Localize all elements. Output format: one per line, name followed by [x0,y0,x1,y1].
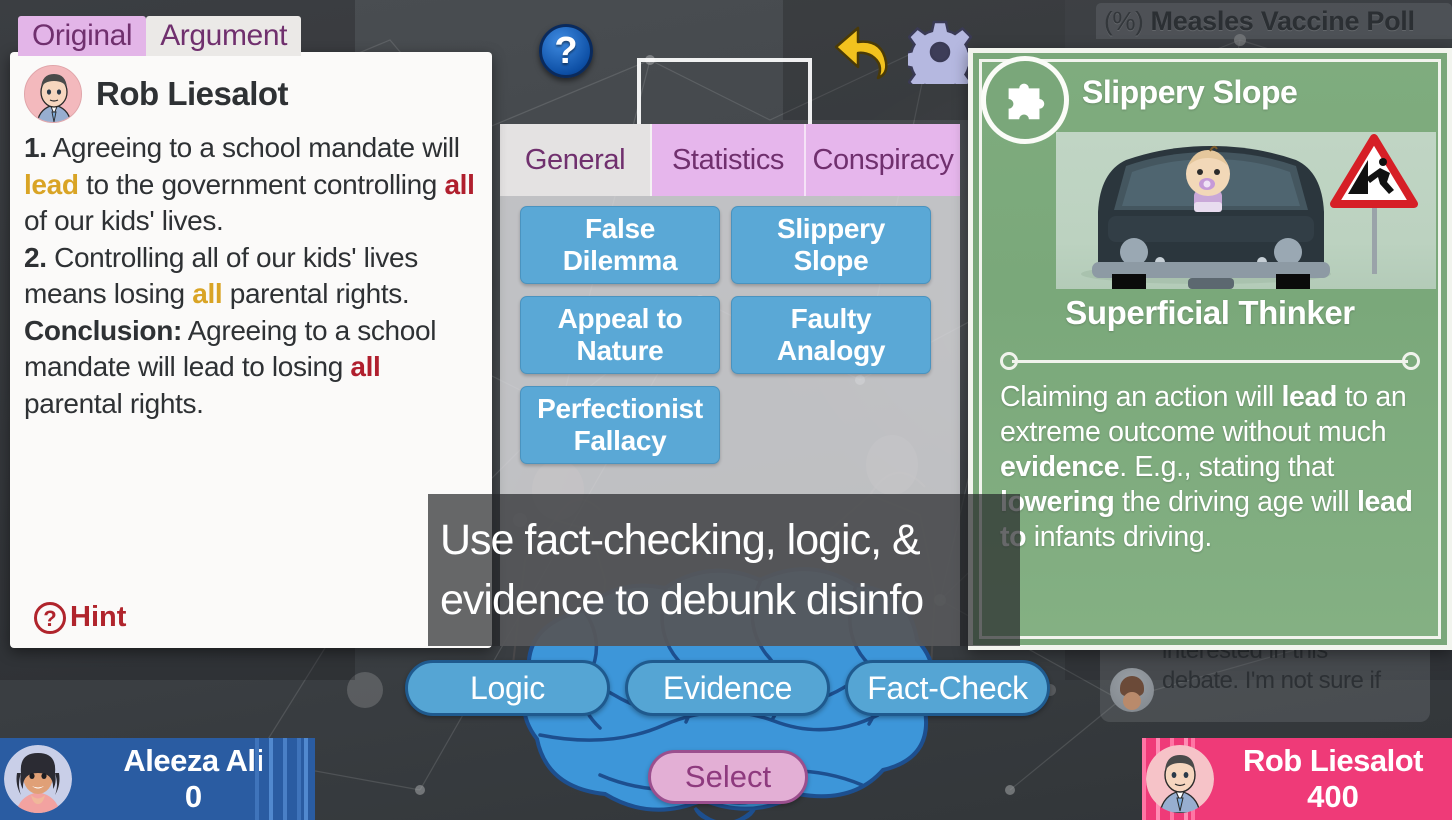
avatar [24,65,82,123]
desc-part-4: . E.g., stating that [1119,451,1334,483]
question-circle-icon: ? [34,601,66,634]
game-stage: ? (%) Measles Vaccine Poll interested in… [0,0,1452,820]
fallacy-info-card: Slippery Slope Superficial Thinker Claim… [968,48,1452,650]
poll-percent-label: (%) [1104,5,1144,36]
logic-button[interactable]: Logic [405,660,610,716]
toast-line-1: Use fact-checking, logic, & [440,516,921,564]
fallacy-card-illustration [1056,132,1436,289]
comment-avatar [1110,668,1154,712]
card-divider [1000,352,1420,370]
line-1-number: 1. [24,132,47,163]
line-1-part-4: of our kids' lives. [24,205,224,236]
fact-check-button[interactable]: Fact-Check [845,660,1050,716]
player-left-barcode [255,738,315,820]
argument-card: Rob Liesalot 1. Agreeing to a school man… [10,52,492,648]
desc-part-6: the driving age will [1114,486,1357,518]
fallacy-info-card-inner: Slippery Slope Superficial Thinker Claim… [979,56,1441,639]
toast-line-2: evidence to debunk disinfo [440,576,924,624]
conclusion-part-2: parental rights. [24,387,204,419]
conclusion-label: Conclusion: [24,314,182,346]
puzzle-piece-icon [981,56,1069,144]
player-left-score: 0 [184,779,203,814]
select-button[interactable]: Select [648,750,808,804]
fallacy-card-subtitle: Superficial Thinker [1065,294,1355,331]
argument-body: 1. Agreeing to a school mandate will lea… [24,130,478,422]
desc-part-0: Claiming an action will [1000,381,1282,413]
player-left: Aleeza Ali 0 [0,738,315,820]
comment-line-2: debate. I'm not sure if [1162,667,1381,694]
help-icon[interactable]: ? [539,24,593,78]
line-2-number: 2. [24,241,47,273]
desc-part-1: lead [1281,381,1338,413]
argument-tabs: Original Argument [18,16,302,56]
fallacy-option-false-dilemma[interactable]: False Dilemma [520,206,720,284]
line-1-part-2: to the government controlling [78,168,445,200]
fallacy-card-title-row: Slippery Slope [981,56,1438,144]
desc-part-8: infants driving. [1026,521,1213,553]
hint-label: Hint [70,601,127,633]
tab-conspiracy[interactable]: Conspiracy [806,124,960,196]
fallacy-card-description: Claiming an action will lead to an extre… [1000,380,1416,555]
argument-conclusion: Conclusion: Agreeing to a school mandate… [24,315,436,419]
avatar [4,745,72,813]
fallacy-option-faulty-analogy[interactable]: Faulty Analogy [731,296,931,374]
tab-statistics[interactable]: Statistics [652,124,806,196]
poll-title: Measles Vaccine Poll [1150,5,1415,36]
conclusion-part-1: all [350,351,381,382]
hint-button[interactable]: ? Hint [34,601,126,634]
player-left-name: Aleeza Ali [123,743,264,778]
tab-original[interactable]: Original [18,16,147,56]
evidence-button[interactable]: Evidence [625,660,830,716]
line-2-part-1: all [192,278,223,309]
avatar [1146,745,1214,813]
fallacy-option-appeal-to-nature[interactable]: Appeal to Nature [520,296,720,374]
fallacy-option-slippery-slope[interactable]: Slippery Slope [731,206,931,284]
argument-speaker-row: Rob Liesalot [24,62,478,126]
tab-argument[interactable]: Argument [146,16,302,56]
player-right-name: Rob Liesalot [1242,743,1424,778]
fallacy-category-tabs: General Statistics Conspiracy [500,124,960,196]
settings-gear-icon[interactable] [908,20,972,84]
line-1-part-0: Agreeing to a school mandate will [46,132,461,163]
line-1-part-1: lead [24,168,79,200]
poll-header: (%) Measles Vaccine Poll [1096,3,1452,39]
fallacy-card-title: Slippery Slope [1082,74,1298,110]
tab-general[interactable]: General [500,124,652,196]
argument-speaker-name: Rob Liesalot [96,75,289,112]
line-2-part-2: parental rights. [222,278,410,309]
argument-line-1: 1. Agreeing to a school mandate will lea… [24,132,475,236]
player-right-score: 400 [1307,779,1359,814]
player-right-info: Rob Liesalot 400 [1214,743,1452,815]
line-1-part-3: all [444,168,475,200]
undo-arrow-icon[interactable] [832,22,896,82]
player-right: Rob Liesalot 400 [1142,738,1452,820]
fallacy-option-perfectionist-fallacy[interactable]: Perfectionist Fallacy [520,386,720,464]
tip-toast: Use fact-checking, logic, & evidence to … [428,494,1020,646]
desc-part-3: evidence [1000,451,1120,483]
argument-line-2: 2. Controlling all of our kids' lives me… [24,242,418,310]
fallacy-option-grid: False Dilemma Slippery Slope Appeal to N… [500,196,960,464]
